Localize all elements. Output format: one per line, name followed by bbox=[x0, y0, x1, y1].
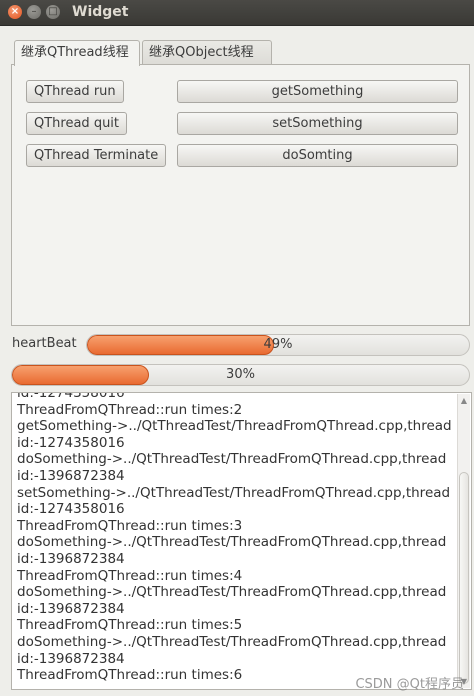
thread-progress-bar: 30% bbox=[11, 364, 470, 386]
log-line: id:-1274358016 bbox=[17, 392, 125, 401]
minimize-icon[interactable]: – bbox=[27, 5, 41, 19]
scrollbar-thumb[interactable] bbox=[459, 472, 469, 684]
heartbeat-label: heartBeat bbox=[12, 336, 77, 351]
log-line: id:-1396872384 bbox=[17, 467, 125, 484]
tab-qobject[interactable]: 继承QObject线程 bbox=[142, 40, 272, 64]
log-line: doSomething->../QtThreadTest/ThreadFromQ… bbox=[17, 534, 447, 551]
log-line: ThreadFromQThread::run times:4 bbox=[17, 567, 243, 584]
log-line: ThreadFromQThread::run times:2 bbox=[17, 401, 243, 418]
set-something-button[interactable]: setSomething bbox=[177, 112, 458, 135]
tab-panel: QThread run QThread quit QThread Termina… bbox=[11, 64, 470, 326]
log-line: id:-1274358016 bbox=[17, 501, 125, 518]
log-line: id:-1274358016 bbox=[17, 434, 125, 451]
qthread-terminate-button[interactable]: QThread Terminate bbox=[26, 144, 167, 167]
log-text-area[interactable]: id:-1274358016 ThreadFromQThread::run tim… bbox=[11, 392, 472, 690]
log-line: doSomething->../QtThreadTest/ThreadFromQ… bbox=[17, 451, 447, 468]
log-line: id:-1396872384 bbox=[17, 650, 125, 667]
log-line: id:-1396872384 bbox=[17, 550, 125, 567]
do-something-button[interactable]: doSomting bbox=[177, 144, 458, 167]
log-line: ThreadFromQThread::run times:5 bbox=[17, 617, 243, 634]
maximize-icon[interactable]: □ bbox=[46, 5, 60, 19]
log-line: doSomething->../QtThreadTest/ThreadFromQ… bbox=[17, 584, 447, 601]
log-line: id:-1396872384 bbox=[17, 600, 125, 617]
heartbeat-progress-bar: 49% bbox=[86, 334, 470, 356]
log-line: getSomething->../QtThreadTest/ThreadFrom… bbox=[17, 418, 452, 435]
scroll-up-icon[interactable]: ▲ bbox=[458, 396, 470, 405]
title-bar: × – □ Widget bbox=[0, 0, 474, 26]
heartbeat-progress-text: 49% bbox=[263, 337, 293, 352]
get-something-button[interactable]: getSomething bbox=[177, 80, 458, 103]
window-title: Widget bbox=[72, 4, 129, 20]
log-scrollbar[interactable]: ▲ ▼ bbox=[457, 394, 470, 688]
log-lines: id:-1274358016 ThreadFromQThread::run tim… bbox=[17, 392, 453, 684]
close-icon[interactable]: × bbox=[8, 5, 22, 19]
log-line: setSomething->../QtThreadTest/ThreadFrom… bbox=[17, 484, 451, 501]
thread-progress-text: 30% bbox=[226, 367, 255, 382]
qthread-run-button[interactable]: QThread run bbox=[26, 80, 124, 103]
log-line: doSomething->../QtThreadTest/ThreadFromQ… bbox=[17, 633, 447, 650]
log-line: ThreadFromQThread::run times:3 bbox=[17, 517, 243, 534]
qthread-quit-button[interactable]: QThread quit bbox=[26, 112, 128, 135]
watermark: CSDN @Qt程序员 bbox=[355, 677, 464, 692]
tab-qthread[interactable]: 继承QThread线程 bbox=[14, 40, 140, 66]
